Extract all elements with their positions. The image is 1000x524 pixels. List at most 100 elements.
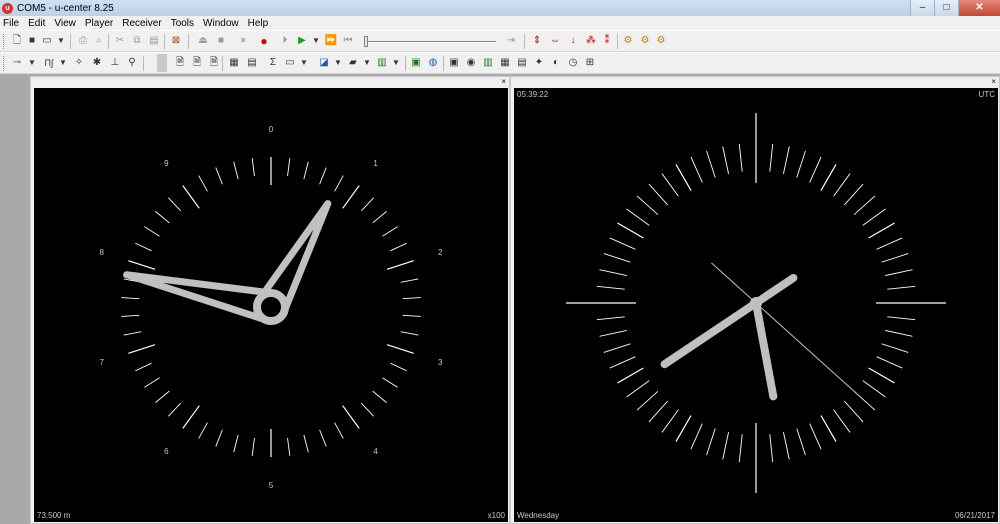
magic-wand-icon[interactable]: ✧ <box>72 56 86 70</box>
play-dropdown-icon[interactable]: ▼ <box>311 34 321 48</box>
table-view-icon[interactable]: ▤ <box>515 56 529 70</box>
major-tick <box>182 185 200 209</box>
chart-dropdown-icon[interactable]: ▼ <box>333 56 343 70</box>
connection-dropdown-icon[interactable]: ▼ <box>27 56 37 70</box>
minute-tick <box>722 432 729 460</box>
open-icon[interactable]: ▭ <box>40 34 54 48</box>
satellite-icon[interactable]: ⊞ <box>583 56 597 70</box>
clock-view-icon[interactable]: ◷ <box>566 56 580 70</box>
reset-icon[interactable]: ⁂ <box>584 34 598 48</box>
fast-forward-icon[interactable]: ⏩ <box>324 34 338 48</box>
hour-tick <box>617 222 644 239</box>
hidden-slot <box>157 54 167 72</box>
title-bar: u COM5 - u-center 8.25 – □ ✕ <box>0 0 1000 16</box>
save-dropdown-icon[interactable]: ▼ <box>56 34 66 48</box>
play-icon[interactable]: ▶ <box>295 34 309 48</box>
playback-slider-track[interactable] <box>364 41 496 43</box>
minimize-button[interactable]: – <box>910 0 934 16</box>
end-icon[interactable]: ⇥ <box>504 34 518 48</box>
minor-tick <box>287 437 291 456</box>
toolbar-grip[interactable] <box>3 56 6 71</box>
sigma-icon[interactable]: Σ <box>266 56 280 70</box>
rewind-icon[interactable]: ⏮ <box>341 34 355 48</box>
menu-receiver[interactable]: Receiver <box>122 18 161 29</box>
short-hand <box>123 271 278 325</box>
map-icon[interactable]: ▦ <box>498 56 512 70</box>
paste-icon[interactable]: ▤ <box>147 34 161 48</box>
stop-icon[interactable]: ■ <box>214 34 228 48</box>
minor-tick <box>198 175 208 192</box>
close-icon[interactable]: × <box>991 77 996 87</box>
minute-tick <box>661 409 679 433</box>
receiver-icon[interactable]: ⊸ <box>10 56 24 70</box>
table-icon[interactable]: ▦ <box>227 56 241 70</box>
settings-icon[interactable]: ⁑ <box>600 34 614 48</box>
gear-icon[interactable]: ⚙ <box>638 34 652 48</box>
chart-icon[interactable]: ◪ <box>317 56 331 70</box>
menu-player[interactable]: Player <box>85 18 113 29</box>
close-button[interactable]: ✕ <box>958 0 1000 16</box>
toolbar-grip[interactable] <box>3 34 6 49</box>
export-icon[interactable]: ⊠ <box>169 34 183 48</box>
dial-label: 2 <box>438 248 443 257</box>
dial-label: 8 <box>99 248 104 257</box>
minor-tick <box>382 377 398 388</box>
globe-icon[interactable]: ◍ <box>426 56 440 70</box>
altimeter-screen: 0 1 2 3 4 5 6 7 8 9 73.500 m x100 <box>34 88 508 522</box>
doc-a-icon[interactable]: 🗎 <box>173 56 187 70</box>
compass-icon[interactable]: ✦ <box>532 56 546 70</box>
doc-b-icon[interactable]: 🗎 <box>190 56 204 70</box>
baud-dropdown-icon[interactable]: ▼ <box>58 56 68 70</box>
width-icon[interactable]: ⇔ <box>548 34 562 48</box>
cut-icon[interactable]: ✂ <box>113 34 127 48</box>
record-icon[interactable]: ● <box>257 34 271 48</box>
step-icon[interactable]: ⏵ <box>278 34 292 48</box>
config-icon[interactable]: ⚙ <box>621 34 635 48</box>
toolbar-separator <box>164 34 165 49</box>
minor-tick <box>155 211 170 224</box>
menu-view[interactable]: View <box>54 18 76 29</box>
deviation-icon[interactable]: ▣ <box>447 56 461 70</box>
menu-window[interactable]: Window <box>203 18 239 29</box>
minor-tick <box>400 278 419 283</box>
copy-icon[interactable]: ⧉ <box>130 34 144 48</box>
signal-dropdown-icon[interactable]: ▼ <box>362 56 372 70</box>
menu-file[interactable]: File <box>3 18 19 29</box>
view-icon[interactable]: ▭ <box>283 56 297 70</box>
tools-icon[interactable]: ⚙ <box>654 34 668 48</box>
speedometer-icon[interactable]: ◐ <box>549 56 563 70</box>
menu-edit[interactable]: Edit <box>28 18 45 29</box>
maximize-button[interactable]: □ <box>934 0 958 16</box>
menu-help[interactable]: Help <box>248 18 269 29</box>
view-dropdown-icon[interactable]: ▼ <box>299 56 309 70</box>
bar-dropdown-icon[interactable]: ▼ <box>391 56 401 70</box>
altimeter-panel: × 0 1 2 3 4 5 6 7 8 9 73.500 m x100 <box>30 76 510 524</box>
signal-icon[interactable]: ▰ <box>346 56 360 70</box>
minor-tick <box>390 362 407 372</box>
minor-tick <box>319 429 327 447</box>
menu-tools[interactable]: Tools <box>171 18 194 29</box>
pause-icon[interactable]: ⏸ <box>236 34 250 48</box>
list-icon[interactable]: ▤ <box>245 56 259 70</box>
baudrate-icon[interactable]: Π∫ <box>40 56 58 70</box>
bar-chart-icon[interactable]: ▥ <box>481 56 495 70</box>
bug-icon[interactable]: ✱ <box>90 56 104 70</box>
save-icon[interactable]: ■ <box>25 34 39 48</box>
bar-icon[interactable]: ▥ <box>375 56 389 70</box>
minute-tick <box>843 183 864 206</box>
print-icon[interactable]: ⎙ <box>76 34 90 48</box>
monitor-icon[interactable]: ▣ <box>409 56 423 70</box>
person-icon[interactable]: ⚲ <box>125 56 139 70</box>
minor-tick <box>334 422 344 439</box>
height-icon[interactable]: ⇕ <box>530 34 544 48</box>
doc-c-icon[interactable]: 🗎 <box>207 56 221 70</box>
new-icon[interactable]: 🗋 <box>10 34 24 48</box>
eject-icon[interactable]: ⏏ <box>196 34 210 48</box>
antenna-icon[interactable]: ⊥ <box>108 56 122 70</box>
playback-slider-thumb[interactable] <box>364 36 368 47</box>
close-icon[interactable]: × <box>501 77 506 87</box>
clock-icon[interactable]: ↓ <box>566 34 580 48</box>
sky-icon[interactable]: ◉ <box>464 56 478 70</box>
print-preview-icon[interactable]: ⌕ <box>92 34 106 48</box>
toolbar-separator <box>222 56 223 71</box>
